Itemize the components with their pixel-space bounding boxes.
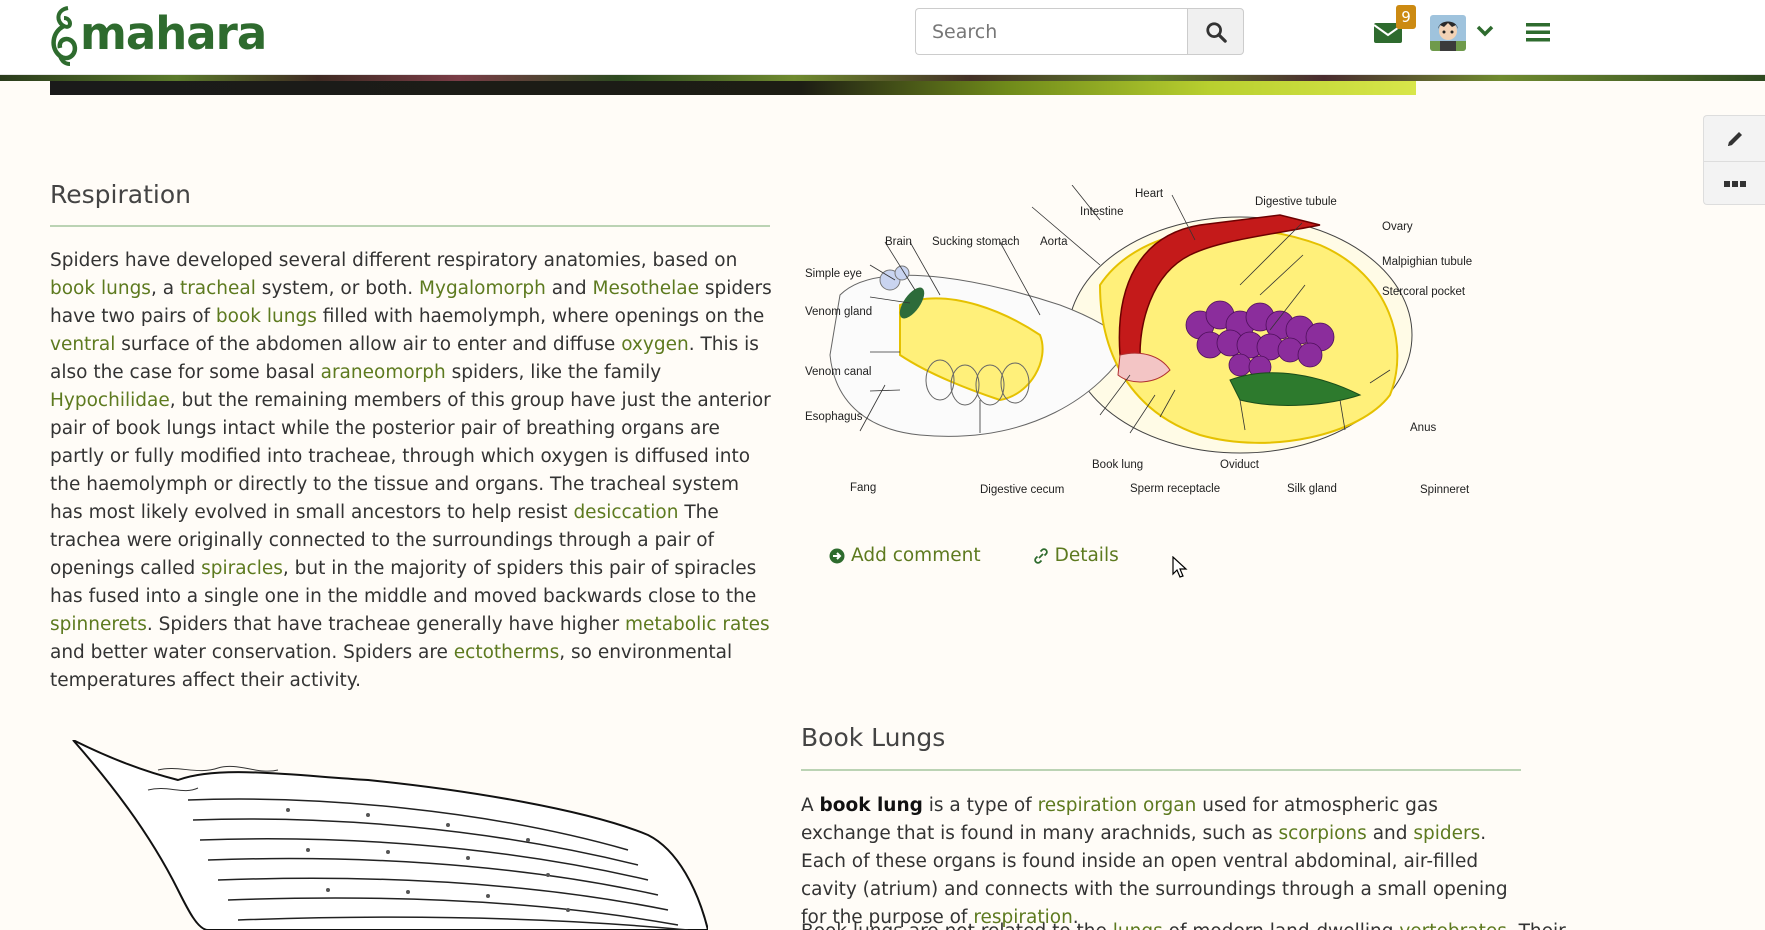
- link-book-lungs[interactable]: book lungs: [50, 278, 151, 299]
- diagram-label: Ovary: [1382, 221, 1413, 233]
- mahara-logo[interactable]: mahara: [48, 4, 267, 68]
- diagram-label: Brain: [885, 236, 912, 248]
- text-span: and: [1366, 823, 1414, 844]
- logo-text: mahara: [80, 6, 267, 60]
- text-span: A: [801, 795, 820, 816]
- add-comment-label: Add comment: [851, 545, 981, 566]
- diagram-label: Spinneret: [1420, 484, 1470, 496]
- site-header: mahara 9: [0, 0, 1765, 75]
- page-tools-panel: [1703, 115, 1765, 205]
- link-tracheal[interactable]: tracheal: [180, 278, 256, 299]
- link-araneomorph[interactable]: araneomorph: [321, 362, 446, 383]
- arrow-circle-right-icon: [829, 548, 845, 563]
- link-mygalomorph[interactable]: Mygalomorph: [419, 278, 546, 299]
- respiration-text: Spiders have developed several different…: [50, 247, 775, 695]
- more-options-button[interactable]: [1704, 161, 1765, 206]
- block-actions: Add comment Details: [829, 545, 1119, 566]
- link-lungs[interactable]: lungs: [1113, 921, 1163, 930]
- link-spiracles[interactable]: spiracles: [201, 558, 283, 579]
- diagram-label: Oviduct: [1220, 459, 1260, 471]
- title-rule: [50, 225, 770, 227]
- mahara-logo-mark-icon: [51, 6, 78, 66]
- diagram-label: Malpighian tubule: [1382, 256, 1472, 268]
- diagram-label: Fang: [850, 482, 876, 494]
- edit-button[interactable]: [1704, 116, 1765, 161]
- text-span: spiders, like the family: [445, 362, 662, 383]
- link-vertebrates[interactable]: vertebrates: [1399, 921, 1507, 930]
- link-oxygen[interactable]: oxygen: [621, 334, 689, 355]
- link-desiccation[interactable]: desiccation: [573, 502, 678, 523]
- spider-anatomy-diagram[interactable]: Heart Digestive tubule Intestine Ovary B…: [800, 185, 1520, 505]
- link-respiration-organ[interactable]: respiration organ: [1038, 795, 1197, 816]
- book-lungs-title: Book Lungs: [801, 723, 946, 752]
- diagram-label: Simple eye: [805, 268, 862, 280]
- link-scorpions[interactable]: scorpions: [1279, 823, 1367, 844]
- add-comment-link[interactable]: Add comment: [829, 545, 981, 566]
- diagram-label: Sperm receptacle: [1130, 483, 1220, 495]
- link-spiders[interactable]: spiders: [1413, 823, 1480, 844]
- diagram-label: Aorta: [1040, 236, 1068, 248]
- details-label: Details: [1054, 545, 1119, 566]
- book-lung-illustration[interactable]: [68, 740, 708, 930]
- text-span: Book lungs are not related to the: [801, 921, 1113, 930]
- link-spinnerets[interactable]: spinnerets: [50, 614, 147, 635]
- link-book-lungs[interactable]: book lungs: [216, 306, 317, 327]
- title-rule: [801, 769, 1521, 771]
- text-span: system, or both.: [255, 278, 420, 299]
- text-span: , a: [150, 278, 180, 299]
- search-input[interactable]: [915, 8, 1187, 55]
- diagram-label: Esophagus: [805, 411, 863, 423]
- diagram-label: Intestine: [1080, 206, 1123, 218]
- chevron-down-icon[interactable]: [1476, 24, 1494, 38]
- link-ectotherms[interactable]: ectotherms: [454, 642, 559, 663]
- bold-term: book lung: [819, 795, 923, 816]
- hamburger-icon[interactable]: [1526, 22, 1550, 42]
- link-hypochilidae[interactable]: Hypochilidae: [50, 390, 170, 411]
- diagram-label: Anus: [1410, 422, 1436, 434]
- link-metabolic-rates[interactable]: metabolic rates: [625, 614, 770, 635]
- text-span: and better water conservation. Spiders a…: [50, 642, 454, 663]
- diagram-label: Venom gland: [805, 306, 872, 318]
- text-span: is a type of: [922, 795, 1038, 816]
- user-avatar[interactable]: [1430, 15, 1466, 51]
- respiration-title: Respiration: [50, 180, 191, 209]
- link-ventral[interactable]: ventral: [50, 334, 115, 355]
- mail-count-badge: 9: [1396, 5, 1416, 29]
- page: mahara 9: [0, 0, 1765, 930]
- search-button[interactable]: [1187, 8, 1244, 55]
- text-span: of modern land-dwelling: [1163, 921, 1400, 930]
- text-span: filled with haemolymph, where openings o…: [316, 306, 765, 327]
- mouse-cursor-icon: [1172, 556, 1188, 578]
- text-span: . Their: [1507, 921, 1566, 930]
- search-icon: [1205, 21, 1227, 43]
- diagram-label: Venom canal: [805, 366, 872, 378]
- page-banner-image: [50, 81, 1416, 95]
- search-bar: [915, 8, 1244, 55]
- diagram-label: Digestive cecum: [980, 484, 1064, 496]
- diagram-label: Book lung: [1092, 459, 1143, 471]
- details-link[interactable]: Details: [1033, 545, 1119, 566]
- diagram-label: Silk gland: [1287, 483, 1337, 495]
- diagram-label: Digestive tubule: [1255, 196, 1337, 208]
- diagram-label: Stercoral pocket: [1382, 286, 1466, 298]
- diagram-label: Sucking stomach: [932, 236, 1020, 248]
- diagram-label: Heart: [1135, 188, 1164, 200]
- book-lungs-text-2: Book lungs are not related to the lungs …: [801, 918, 1566, 930]
- text-span: and: [545, 278, 593, 299]
- text-span: Spiders have developed several different…: [50, 250, 738, 271]
- link-icon: [1033, 547, 1048, 564]
- text-span: surface of the abdomen allow air to ente…: [115, 334, 622, 355]
- text-span: . Spiders that have tracheae generally h…: [146, 614, 626, 635]
- pencil-icon: [1728, 131, 1742, 146]
- book-lungs-text: A book lung is a type of respiration org…: [801, 792, 1526, 930]
- link-mesothelae[interactable]: Mesothelae: [592, 278, 699, 299]
- more-icon: [1724, 181, 1746, 187]
